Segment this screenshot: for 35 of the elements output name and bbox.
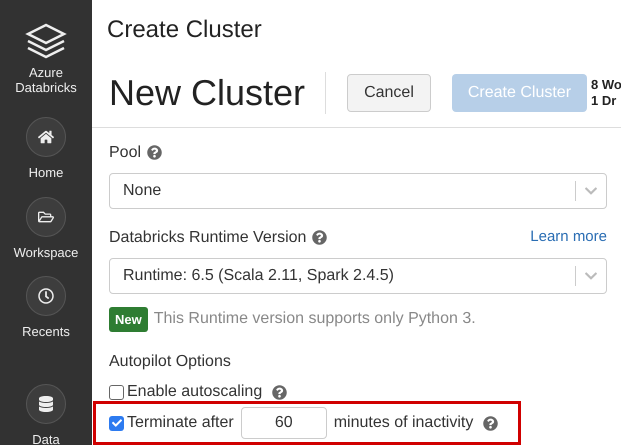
select-value: None <box>123 180 162 200</box>
help-icon[interactable] <box>272 384 288 400</box>
data-icon <box>38 396 54 412</box>
field-label: Pool <box>109 142 142 162</box>
help-icon[interactable] <box>147 145 162 160</box>
recents-icon <box>38 288 54 304</box>
nav-label: Workspace <box>14 244 78 262</box>
help-icon[interactable] <box>483 416 498 430</box>
select-field[interactable]: None <box>109 172 607 208</box>
page-title: Create Cluster <box>106 15 263 45</box>
option-suffix: minutes of inactivity <box>334 413 474 433</box>
nav-label: Home <box>28 164 64 182</box>
option-label: Enable autoscaling <box>127 382 262 402</box>
cancel-button[interactable]: Cancel <box>347 74 431 112</box>
minutes-field[interactable]: 60 <box>240 407 327 439</box>
option-label: Terminate after <box>127 413 234 433</box>
learn-more-link[interactable]: Learn more <box>530 226 607 249</box>
cluster-name[interactable]: New Cluster <box>109 72 326 114</box>
nav-item[interactable]: Workspace <box>14 196 78 262</box>
new-badge: New <box>109 306 148 332</box>
workspace-icon <box>38 208 54 224</box>
nav-label: Recents <box>22 323 70 341</box>
checkbox[interactable] <box>109 384 124 400</box>
brand-label[interactable]: Azure Databricks <box>11 65 81 95</box>
field-label: Databricks Runtime Version <box>109 228 306 248</box>
nav-label: Data <box>32 430 60 445</box>
summary-text: 8 Wo <box>591 76 621 93</box>
help-icon[interactable] <box>312 230 328 245</box>
checkbox[interactable] <box>109 416 124 430</box>
summary-text: 1 Dr <box>591 92 618 109</box>
select-field[interactable]: Runtime: 6.5 (Scala 2.11, Spark 2.4.5) <box>109 258 607 294</box>
select-value: Runtime: 6.5 (Scala 2.11, Spark 2.4.5) <box>123 266 395 286</box>
section-label: Autopilot Options <box>109 352 232 372</box>
runtime-note: This Runtime version supports only Python 3. <box>154 309 476 330</box>
home-icon <box>38 129 54 145</box>
